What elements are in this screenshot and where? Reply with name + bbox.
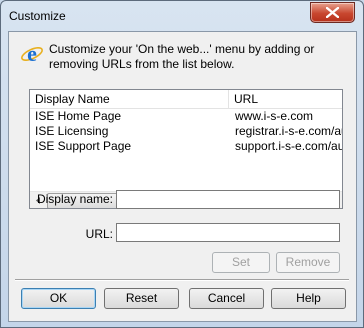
- instructions-text: Customize your 'On the web...' menu by a…: [49, 42, 315, 71]
- item-url: registrar.i-s-e.com/au: [235, 124, 342, 138]
- help-button[interactable]: Help: [271, 288, 346, 309]
- close-button[interactable]: [310, 2, 355, 23]
- item-display-name: ISE Home Page: [35, 109, 122, 123]
- display-name-label: Display name:: [36, 192, 113, 206]
- url-label: URL:: [85, 227, 113, 241]
- reset-button[interactable]: Reset: [104, 288, 179, 309]
- window-title: Customize: [9, 9, 66, 23]
- item-display-name: ISE Licensing: [35, 124, 109, 138]
- item-display-name: ISE Support Page: [35, 139, 132, 153]
- set-button[interactable]: Set: [212, 252, 270, 273]
- list-item[interactable]: ISE Home Page www.i-s-e.com: [30, 109, 342, 124]
- dialog-body: e Customize your 'On the web...' menu by…: [8, 31, 357, 322]
- ok-button[interactable]: OK: [21, 288, 96, 309]
- close-icon: [326, 7, 339, 18]
- cancel-button[interactable]: Cancel: [189, 288, 264, 309]
- customize-dialog: Customize e Customize your 'On the web..…: [0, 0, 364, 328]
- internet-explorer-icon: e: [21, 42, 43, 66]
- column-header-display-name[interactable]: Display Name: [30, 90, 229, 108]
- url-input[interactable]: [116, 223, 340, 242]
- svg-text:e: e: [27, 42, 37, 66]
- title-bar[interactable]: Customize: [1, 1, 363, 31]
- item-url: support.i-s-e.com/au: [235, 139, 342, 153]
- remove-button[interactable]: Remove: [276, 252, 340, 273]
- list-item[interactable]: ISE Support Page support.i-s-e.com/au: [30, 139, 342, 154]
- column-header-url[interactable]: URL: [229, 90, 342, 108]
- list-header: Display Name URL: [30, 90, 342, 109]
- list-rows: ISE Home Page www.i-s-e.com ISE Licensin…: [30, 109, 342, 154]
- list-item[interactable]: ISE Licensing registrar.i-s-e.com/au: [30, 124, 342, 139]
- separator: [15, 279, 349, 281]
- item-url: www.i-s-e.com: [235, 109, 314, 123]
- display-name-input[interactable]: [116, 190, 340, 209]
